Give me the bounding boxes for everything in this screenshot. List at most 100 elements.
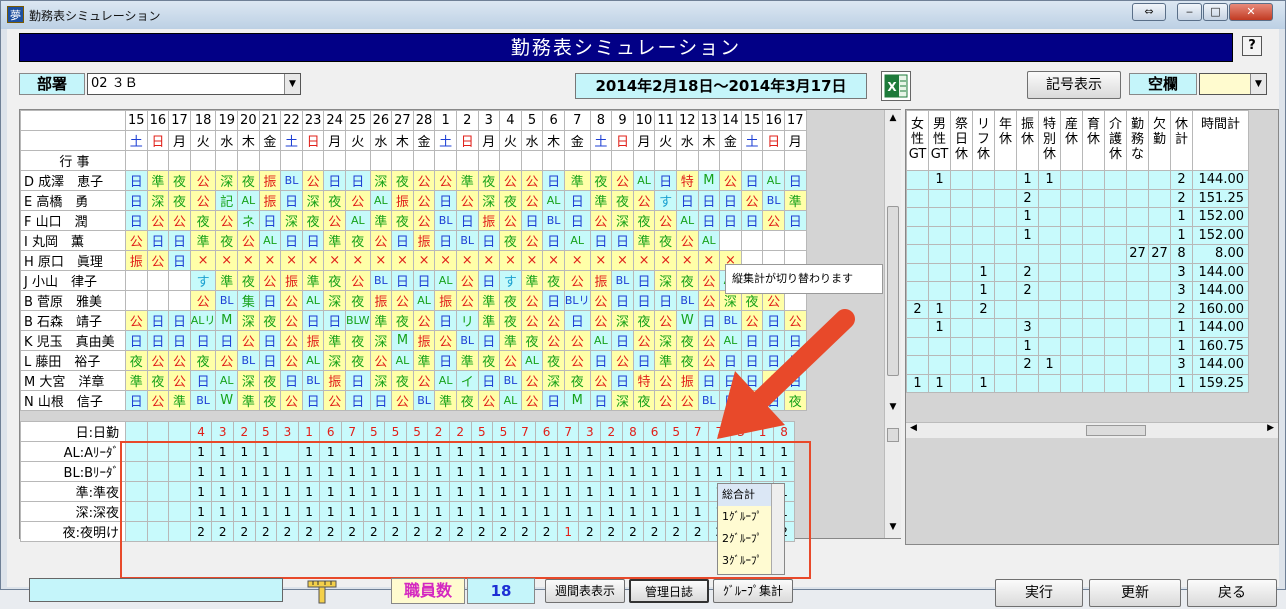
staff-name[interactable]: F 山口 潤 bbox=[20, 209, 126, 231]
shift-cell[interactable]: 夜 bbox=[542, 269, 565, 291]
shift-cell[interactable]: 日 bbox=[477, 229, 501, 251]
shift-cell[interactable]: AL bbox=[237, 189, 260, 211]
shift-cell[interactable]: 日 bbox=[280, 369, 303, 391]
event-cell[interactable] bbox=[499, 149, 522, 171]
shift-cell[interactable] bbox=[762, 229, 785, 251]
shift-cell[interactable]: BL bbox=[369, 269, 393, 291]
shift-cell[interactable]: 準 bbox=[783, 189, 807, 211]
shift-cell[interactable]: 深 bbox=[611, 209, 634, 231]
shift-cell[interactable]: 準 bbox=[168, 389, 191, 411]
shift-cell[interactable]: 公 bbox=[369, 349, 393, 371]
event-cell[interactable] bbox=[146, 149, 170, 171]
shift-cell[interactable]: 夜 bbox=[675, 329, 699, 351]
shift-cell[interactable]: 準 bbox=[301, 269, 325, 291]
shift-cell[interactable]: × bbox=[434, 249, 457, 271]
shift-cell[interactable]: 深 bbox=[369, 329, 393, 351]
shift-cell[interactable]: 公 bbox=[611, 169, 634, 191]
shift-cell[interactable]: 公 bbox=[455, 189, 479, 211]
shift-cell[interactable]: す bbox=[189, 269, 217, 291]
shift-cell[interactable]: 日 bbox=[146, 309, 170, 331]
event-cell[interactable] bbox=[589, 149, 613, 171]
shift-cell[interactable]: × bbox=[589, 249, 613, 271]
shift-cell[interactable]: 公 bbox=[520, 369, 544, 391]
shift-cell[interactable]: 公 bbox=[189, 169, 217, 191]
shift-cell[interactable]: AL bbox=[697, 229, 721, 251]
shift-cell[interactable]: 日 bbox=[697, 209, 721, 231]
shift-cell[interactable]: 準 bbox=[412, 349, 436, 371]
shift-cell[interactable]: 日 bbox=[697, 189, 721, 211]
shift-cell[interactable]: 公 bbox=[280, 349, 303, 371]
shift-cell[interactable]: 夜 bbox=[345, 289, 371, 311]
shift-cell[interactable]: × bbox=[412, 249, 436, 271]
shift-cell[interactable]: BL bbox=[412, 389, 436, 411]
event-cell[interactable] bbox=[369, 149, 393, 171]
shift-cell[interactable]: 公 bbox=[189, 189, 217, 211]
shift-cell[interactable]: 夜 bbox=[520, 329, 544, 351]
shift-cell[interactable]: 日 bbox=[125, 169, 148, 191]
shift-cell[interactable]: 公 bbox=[589, 309, 613, 331]
shift-cell[interactable]: × bbox=[542, 249, 565, 271]
shift-cell[interactable]: 公 bbox=[675, 389, 699, 411]
shift-cell[interactable]: BL bbox=[499, 369, 522, 391]
shift-cell[interactable]: 公 bbox=[168, 369, 191, 391]
event-cell[interactable] bbox=[280, 149, 303, 171]
shift-cell[interactable]: 日 bbox=[589, 349, 613, 371]
shift-cell[interactable]: 振 bbox=[258, 189, 282, 211]
group-summary-button[interactable]: ｸﾞﾙｰﾌﾟ集計 bbox=[713, 579, 793, 603]
shift-cell[interactable]: 公 bbox=[611, 349, 634, 371]
shift-cell[interactable]: 夜 bbox=[391, 209, 414, 231]
shift-cell[interactable]: AL bbox=[258, 229, 282, 251]
shift-cell[interactable]: 日 bbox=[168, 249, 191, 271]
shift-cell[interactable]: 夜 bbox=[611, 189, 634, 211]
staff-name[interactable]: E 高橋 勇 bbox=[20, 189, 126, 211]
shift-cell[interactable]: 日 bbox=[434, 309, 457, 331]
shift-cell[interactable]: 夜 bbox=[323, 269, 346, 291]
shift-cell[interactable] bbox=[146, 269, 170, 291]
shift-cell[interactable]: 日 bbox=[477, 269, 501, 291]
shift-cell[interactable]: 公 bbox=[563, 329, 591, 351]
shift-cell[interactable]: 日 bbox=[391, 269, 414, 291]
shift-cell[interactable]: BL bbox=[455, 329, 479, 351]
shift-cell[interactable]: 日 bbox=[125, 389, 148, 411]
shift-cell[interactable]: 日 bbox=[215, 329, 239, 351]
shift-cell[interactable]: 公 bbox=[563, 269, 591, 291]
shift-cell[interactable]: 日 bbox=[589, 229, 613, 251]
back-button[interactable]: 戻る bbox=[1187, 579, 1277, 607]
shift-cell[interactable]: × bbox=[675, 249, 699, 271]
shift-cell[interactable]: 深 bbox=[323, 289, 346, 311]
shift-cell[interactable]: 日 bbox=[434, 229, 457, 251]
shift-cell[interactable]: AL bbox=[391, 349, 414, 371]
shift-cell[interactable]: 公 bbox=[280, 309, 303, 331]
shift-cell[interactable]: 日 bbox=[675, 189, 699, 211]
shift-cell[interactable]: 日 bbox=[611, 329, 634, 351]
shift-cell[interactable]: × bbox=[345, 249, 371, 271]
maximize-button[interactable]: □ bbox=[1203, 3, 1228, 21]
shift-cell[interactable]: 公 bbox=[391, 289, 414, 311]
shift-cell[interactable]: 公 bbox=[654, 209, 677, 231]
event-cell[interactable] bbox=[434, 149, 457, 171]
shift-cell[interactable]: W bbox=[215, 389, 239, 411]
shift-cell[interactable]: BLW bbox=[345, 309, 371, 331]
shift-cell[interactable]: 公 bbox=[280, 389, 303, 411]
shift-cell[interactable]: す bbox=[499, 269, 522, 291]
staff-name[interactable]: K 児玉 真由美 bbox=[20, 329, 126, 351]
shift-cell[interactable]: 深 bbox=[542, 369, 565, 391]
symbols-button[interactable]: 記号表示 bbox=[1027, 71, 1121, 99]
shift-cell[interactable] bbox=[146, 289, 170, 311]
shift-cell[interactable]: 日 bbox=[323, 169, 346, 191]
shift-cell[interactable]: 公 bbox=[719, 169, 742, 191]
shift-cell[interactable]: 日 bbox=[125, 209, 148, 231]
shift-cell[interactable]: 夜 bbox=[654, 229, 677, 251]
ruler-icon[interactable] bbox=[305, 577, 339, 605]
shift-cell[interactable]: AL bbox=[434, 369, 457, 391]
shift-cell[interactable]: 準 bbox=[477, 289, 501, 311]
shift-cell[interactable]: 日 bbox=[783, 169, 807, 191]
event-cell[interactable] bbox=[654, 149, 677, 171]
shift-cell[interactable]: 深 bbox=[611, 389, 634, 411]
scrollbar-thumb-lower[interactable] bbox=[887, 428, 899, 442]
shift-cell[interactable]: 準 bbox=[125, 369, 148, 391]
shift-cell[interactable]: 深 bbox=[369, 169, 393, 191]
shift-cell[interactable]: 日 bbox=[719, 209, 742, 231]
shift-cell[interactable]: 公 bbox=[258, 269, 282, 291]
shift-cell[interactable]: 日 bbox=[125, 329, 148, 351]
